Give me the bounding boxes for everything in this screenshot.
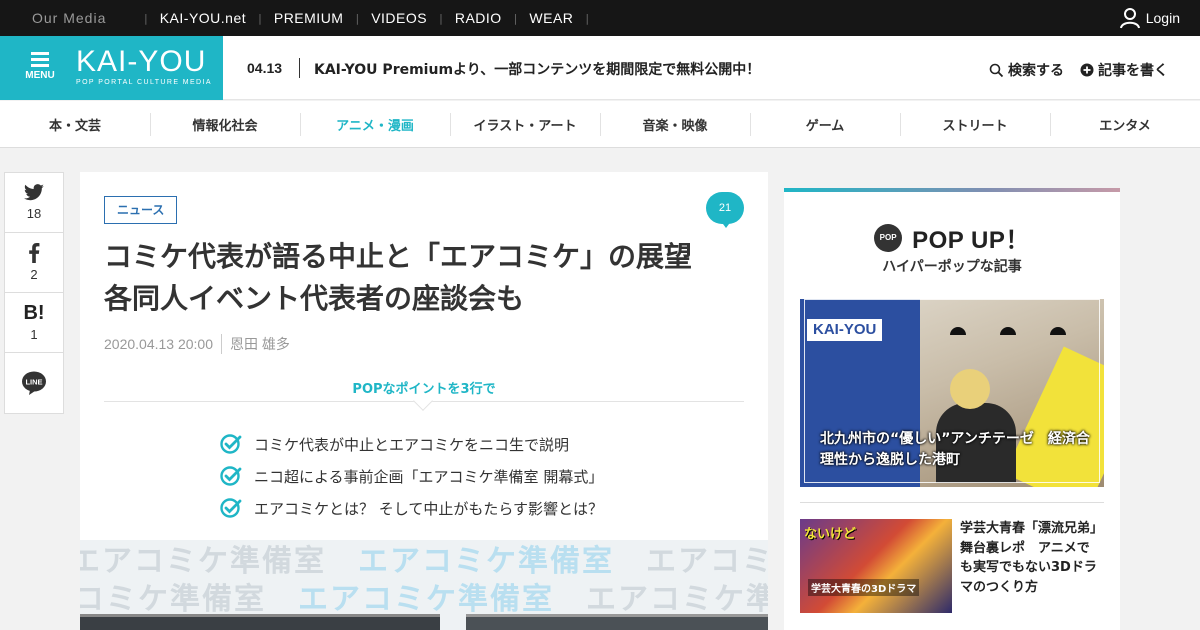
- popup-subtitle: ハイパーポップな記事: [882, 259, 1022, 275]
- hero-backdrop-text: エアコミケ準備室 エアコミケ準備室 エアコミケ準備室: [80, 582, 768, 617]
- title-line-2: 各同人イベント代表者の座談会も: [104, 282, 525, 315]
- article-meta: 2020.04.13 20:00 恩田 雄多: [104, 334, 290, 354]
- brand-block: MENU KAI-YOU POP PORTAL CULTURE MEDIA: [0, 36, 223, 100]
- twitter-count: 18: [26, 206, 42, 221]
- featured-caption: 北九州市の“優しい”アンチテーゼ 経済合理性から逸脱した港町: [820, 431, 1090, 468]
- link-videos[interactable]: VIDEOS: [371, 10, 427, 26]
- list-item: ニコ超による事前企画「エアコミケ準備室 開幕式」: [220, 460, 603, 492]
- search-button[interactable]: 検索する: [989, 60, 1064, 80]
- write-article-button[interactable]: 記事を書く: [1080, 60, 1168, 80]
- category-nav: 本・文芸 情報化社会 アニメ・漫画 イラスト・アート 音楽・映像 ゲーム ストリ…: [0, 101, 1200, 148]
- list-item: エアコミケとは？ そして中止がもたらす影響とは？: [220, 492, 603, 524]
- category-books[interactable]: 本・文芸: [0, 101, 150, 148]
- category-game[interactable]: ゲーム: [750, 101, 900, 148]
- plus-circle-icon: [1080, 63, 1094, 77]
- accent-bar: [784, 188, 1120, 192]
- category-music-video[interactable]: 音楽・映像: [600, 101, 750, 148]
- comment-count-button[interactable]: 21: [706, 192, 744, 228]
- line-icon-label: LINE: [25, 378, 42, 387]
- article-date: 2020.04.13 20:00: [104, 336, 213, 352]
- article-tag[interactable]: ニュース: [104, 196, 178, 224]
- facebook-count: 2: [30, 267, 38, 282]
- menu-button[interactable]: MENU: [22, 52, 58, 81]
- hamburger-icon: [22, 52, 58, 67]
- site-header: MENU KAI-YOU POP PORTAL CULTURE MEDIA 04…: [0, 36, 1200, 100]
- search-icon: [989, 63, 1004, 77]
- facebook-share-button[interactable]: 2: [5, 233, 63, 293]
- twitter-icon: [24, 184, 44, 201]
- site-logo[interactable]: KAI-YOU POP PORTAL CULTURE MEDIA: [76, 45, 212, 87]
- line-icon: LINE: [22, 371, 46, 395]
- divider: [221, 334, 222, 354]
- category-entertainment[interactable]: エンタメ: [1050, 101, 1200, 148]
- login-button[interactable]: Login: [1119, 0, 1180, 36]
- news-date: 04.13: [247, 60, 283, 76]
- our-media-label: Our Media: [32, 10, 107, 26]
- category-street[interactable]: ストリート: [900, 101, 1050, 148]
- link-wear[interactable]: WEAR: [529, 10, 573, 26]
- logo-tagline: POP PORTAL CULTURE MEDIA: [76, 79, 212, 86]
- separator: |: [258, 11, 262, 25]
- hero-photo-panel: [80, 614, 440, 630]
- article-title: コミケ代表が語る中止と「エアコミケ」の展望 各同人イベント代表者の座談会も: [104, 236, 744, 320]
- check-circle-icon: [220, 466, 242, 486]
- divider: [299, 58, 300, 78]
- category-information-society[interactable]: 情報化社会: [150, 101, 300, 148]
- separator: |: [355, 11, 360, 25]
- popup-title: POP UP！: [912, 227, 1030, 254]
- link-premium[interactable]: PREMIUM: [274, 10, 344, 26]
- thumbnail-text: ないけど: [804, 527, 857, 542]
- share-bar: 18 2 B! 1 LINE: [4, 172, 64, 414]
- popup-sidebar: POP POP UP！ ハイパーポップな記事 KAI-YOU 北九州市の“優しい…: [784, 188, 1120, 630]
- featured-article-card[interactable]: KAI-YOU 北九州市の“優しい”アンチテーゼ 経済合理性から逸脱した港町: [800, 299, 1104, 487]
- user-icon: [1119, 8, 1140, 29]
- popup-heading: POP POP UP！: [784, 220, 1120, 255]
- article-link[interactable]: 学芸大青春「漂流兄弟」舞台裏レポ アニメでも実写でもない3Dドラマのつくり方: [960, 519, 1100, 597]
- separator: |: [439, 11, 443, 25]
- article-thumbnail[interactable]: ないけど 学芸大青春の3Dドラマ: [800, 519, 952, 613]
- comment-bubble-tail: [720, 220, 732, 228]
- hatena-bookmark-button[interactable]: B! 1: [5, 293, 63, 353]
- hero-photo-panel: [466, 614, 768, 630]
- line-share-button[interactable]: LINE: [5, 353, 63, 413]
- hatena-count: 1: [30, 327, 38, 342]
- category-illustration-art[interactable]: イラスト・アート: [450, 101, 600, 148]
- logo-wordmark: KAI-YOU: [76, 45, 207, 78]
- point-text: ニコ超による事前企画「エアコミケ準備室 開幕式」: [254, 467, 604, 486]
- point-text: エアコミケとは？ そして中止がもたらす影響とは？: [254, 499, 604, 518]
- check-circle-icon: [220, 498, 242, 518]
- top-bar: Our Media | KAI-YOU.net | PREMIUM | VIDE…: [0, 0, 1200, 36]
- check-circle-icon: [220, 434, 242, 454]
- login-label: Login: [1145, 10, 1180, 26]
- link-radio[interactable]: RADIO: [455, 10, 502, 26]
- separator: |: [144, 11, 148, 25]
- link-kai-you-net[interactable]: KAI-YOU.net: [160, 10, 246, 26]
- point-text: コミケ代表が中止とエアコミケをニコ生で説明: [254, 435, 570, 454]
- author-link[interactable]: 恩田 雄多: [230, 334, 290, 354]
- article-hero-image: エアコミケ準備室 エアコミケ準備室 エアコミケ準備室 エアコミケ準備室 エアコミ…: [80, 540, 768, 630]
- separator: |: [513, 11, 518, 25]
- thumbnail-subtext: 学芸大青春の3Dドラマ: [808, 579, 920, 596]
- divider: [800, 502, 1104, 503]
- category-anime-manga[interactable]: アニメ・漫画: [300, 101, 450, 148]
- article-card: ニュース 21 コミケ代表が語る中止と「エアコミケ」の展望 各同人イベント代表者…: [80, 172, 768, 630]
- twitter-share-button[interactable]: 18: [5, 173, 63, 233]
- menu-label: MENU: [25, 70, 55, 81]
- separator: |: [585, 11, 590, 25]
- search-label: 検索する: [1008, 63, 1064, 79]
- news-headline-link[interactable]: KAI-YOU Premiumより、一部コンテンツを期間限定で無料公開中！: [314, 59, 760, 79]
- pop-points-list: コミケ代表が中止とエアコミケをニコ生で説明 ニコ超による事前企画「エアコミケ準備…: [220, 428, 603, 524]
- title-line-1: コミケ代表が語る中止と「エアコミケ」の展望: [104, 240, 693, 273]
- pop-badge-icon: POP: [874, 223, 903, 252]
- write-label: 記事を書く: [1098, 63, 1168, 79]
- list-item: コミケ代表が中止とエアコミケをニコ生で説明: [220, 428, 603, 460]
- hatena-icon: B!: [23, 302, 45, 324]
- facebook-icon: [29, 243, 40, 263]
